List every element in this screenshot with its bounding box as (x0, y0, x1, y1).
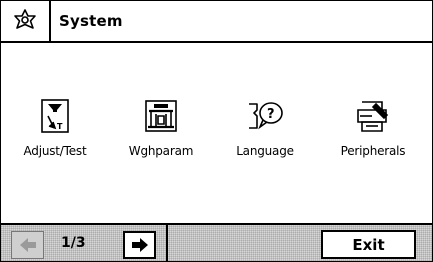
page-title: System (59, 12, 123, 30)
next-page-button[interactable] (123, 231, 156, 259)
terminal-screen: System T Adjust/Test Wghparam ? Language… (0, 0, 433, 262)
app-label: Language (236, 144, 294, 158)
adjust-test-weight-icon: T (35, 96, 75, 136)
app-label: Wghparam (128, 144, 194, 158)
language-speech-icon: ? (245, 96, 285, 136)
page-indicator: 1/3 (61, 235, 86, 251)
exit-button[interactable]: Exit (321, 230, 416, 259)
app-language[interactable]: ? Language (213, 96, 317, 186)
svg-text:?: ? (267, 107, 275, 122)
arrow-right-icon (131, 238, 148, 252)
divider (166, 225, 168, 261)
bottom-nav-bar: 1/3 Exit (1, 223, 432, 261)
system-app-grid: T Adjust/Test Wghparam ? Language Periph… (1, 96, 432, 186)
flower-settings-icon[interactable] (1, 1, 51, 41)
svg-text:T: T (57, 122, 63, 131)
app-adjust-test[interactable]: T Adjust/Test (3, 96, 107, 186)
app-peripherals[interactable]: Peripherals (321, 96, 425, 186)
arrow-left-icon (19, 238, 36, 252)
title-bar: System (1, 1, 432, 43)
weighing-parameters-icon (141, 96, 181, 136)
app-label: Peripherals (340, 144, 406, 158)
app-label: Adjust/Test (23, 144, 87, 158)
app-wghparam[interactable]: Wghparam (109, 96, 213, 186)
peripherals-printer-icon (353, 96, 393, 136)
prev-page-button[interactable] (11, 231, 44, 259)
